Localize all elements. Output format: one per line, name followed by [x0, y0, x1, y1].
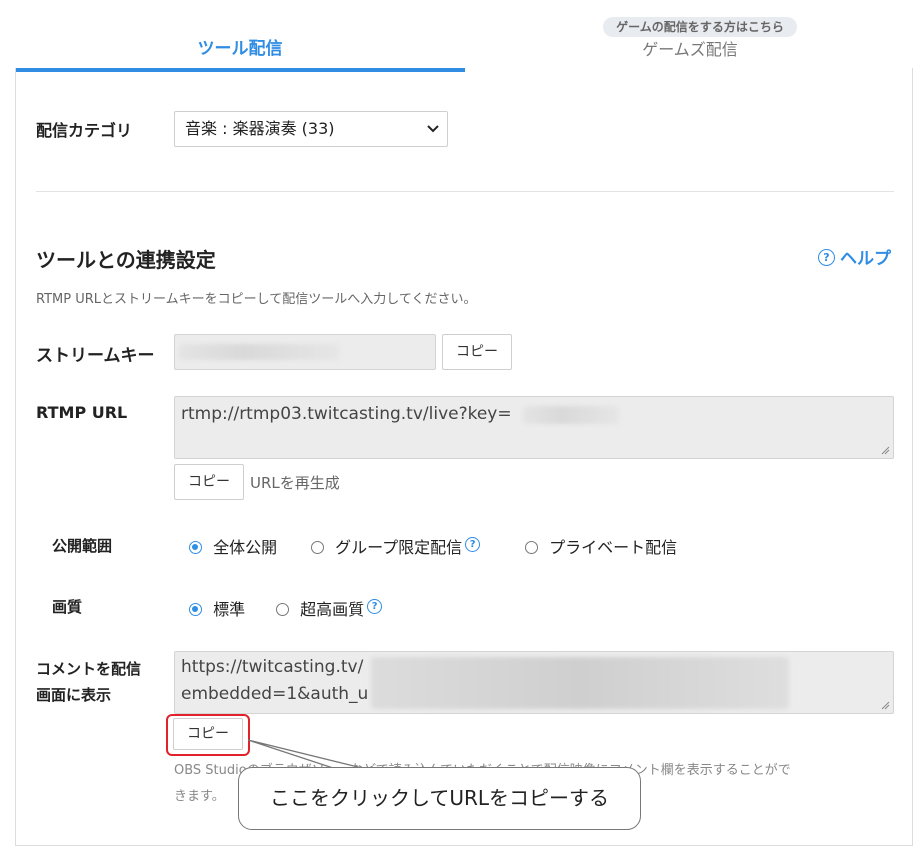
rtmp-url-copy-button[interactable]: コピー — [174, 464, 244, 500]
radio-selected-icon[interactable] — [189, 603, 202, 616]
stream-key-copy-button[interactable]: コピー — [442, 334, 512, 370]
section-description: RTMP URLとストリームキーをコピーして配信ツールへ入力してください。 — [36, 292, 477, 307]
quality-option-label: 標準 — [213, 600, 246, 619]
visibility-label: 公開範囲 — [52, 537, 113, 555]
quality-option-standard[interactable]: 標準 — [189, 596, 245, 620]
visibility-option-group[interactable]: グループ限定配信? — [311, 534, 481, 558]
redacted-blur — [371, 657, 789, 709]
tab-tool-broadcast[interactable]: ツール配信 — [15, 22, 465, 72]
visibility-option-label: 全体公開 — [213, 538, 278, 557]
help-icon[interactable]: ? — [465, 537, 481, 552]
help-icon[interactable]: ? — [367, 599, 383, 614]
quality-label: 画質 — [52, 598, 83, 616]
redacted-blur — [523, 406, 619, 424]
rtmp-url-value: rtmp://rtmp03.twitcasting.tv/live?key= — [181, 404, 512, 424]
visibility-option-private[interactable]: プライベート配信 — [525, 534, 677, 558]
stream-key-field[interactable] — [174, 334, 436, 370]
visibility-option-label: グループ限定配信 — [335, 538, 463, 557]
callout-bubble: ここをクリックしてURLをコピーする — [238, 767, 641, 830]
rtmp-url-textarea[interactable]: rtmp://rtmp03.twitcasting.tv/live?key= — [174, 396, 894, 459]
callout-text: ここをクリックしてURLをコピーする — [269, 786, 610, 810]
radio-unselected-icon[interactable] — [311, 541, 324, 554]
stream-key-label: ストリームキー — [36, 346, 155, 366]
section-title: ツールとの連携設定 — [36, 248, 216, 272]
category-selected-value: 音楽 : 楽器演奏 (33) — [185, 119, 335, 138]
radio-unselected-icon[interactable] — [276, 603, 289, 616]
quality-option-label: 超高画質 — [300, 600, 365, 619]
category-label: 配信カテゴリ — [36, 121, 133, 140]
help-label: ヘルプ — [840, 249, 891, 269]
visibility-option-label: プライベート配信 — [549, 538, 678, 557]
regenerate-url-link[interactable]: URLを再生成 — [250, 472, 340, 493]
games-tab-badge: ゲームの配信をする方はこちら — [603, 17, 797, 37]
redacted-blur — [179, 344, 339, 360]
help-icon: ? — [818, 249, 835, 266]
comment-display-label-line1: コメントを配信 — [36, 660, 142, 678]
comment-url-line1: https://twitcasting.tv/ — [181, 657, 364, 677]
chevron-down-icon — [427, 125, 439, 133]
radio-selected-icon[interactable] — [189, 541, 202, 554]
resize-handle-icon[interactable] — [881, 701, 890, 710]
comment-url-textarea[interactable]: https://twitcasting.tv/ embedded=1&auth_… — [174, 651, 894, 714]
visibility-option-public[interactable]: 全体公開 — [189, 534, 277, 558]
divider — [36, 191, 894, 192]
tab-games-broadcast-label: ゲームズ配信 — [642, 40, 738, 59]
resize-handle-icon[interactable] — [881, 446, 890, 455]
comment-url-line2: embedded=1&auth_u — [181, 684, 369, 704]
category-select[interactable]: 音楽 : 楽器演奏 (33) — [174, 111, 448, 147]
comment-display-label-line2: 画面に表示 — [36, 686, 112, 704]
highlight-box — [166, 714, 250, 756]
radio-unselected-icon[interactable] — [525, 541, 538, 554]
comment-note-line2: きます。 — [174, 789, 225, 804]
tab-games-broadcast[interactable]: ゲームの配信をする方はこちら ゲームズ配信 — [465, 17, 915, 68]
help-link[interactable]: ? ヘルプ — [818, 244, 891, 269]
tab-tool-broadcast-label: ツール配信 — [197, 39, 283, 59]
quality-option-ultra[interactable]: 超高画質? — [276, 596, 383, 620]
rtmp-url-label: RTMP URL — [36, 403, 128, 422]
